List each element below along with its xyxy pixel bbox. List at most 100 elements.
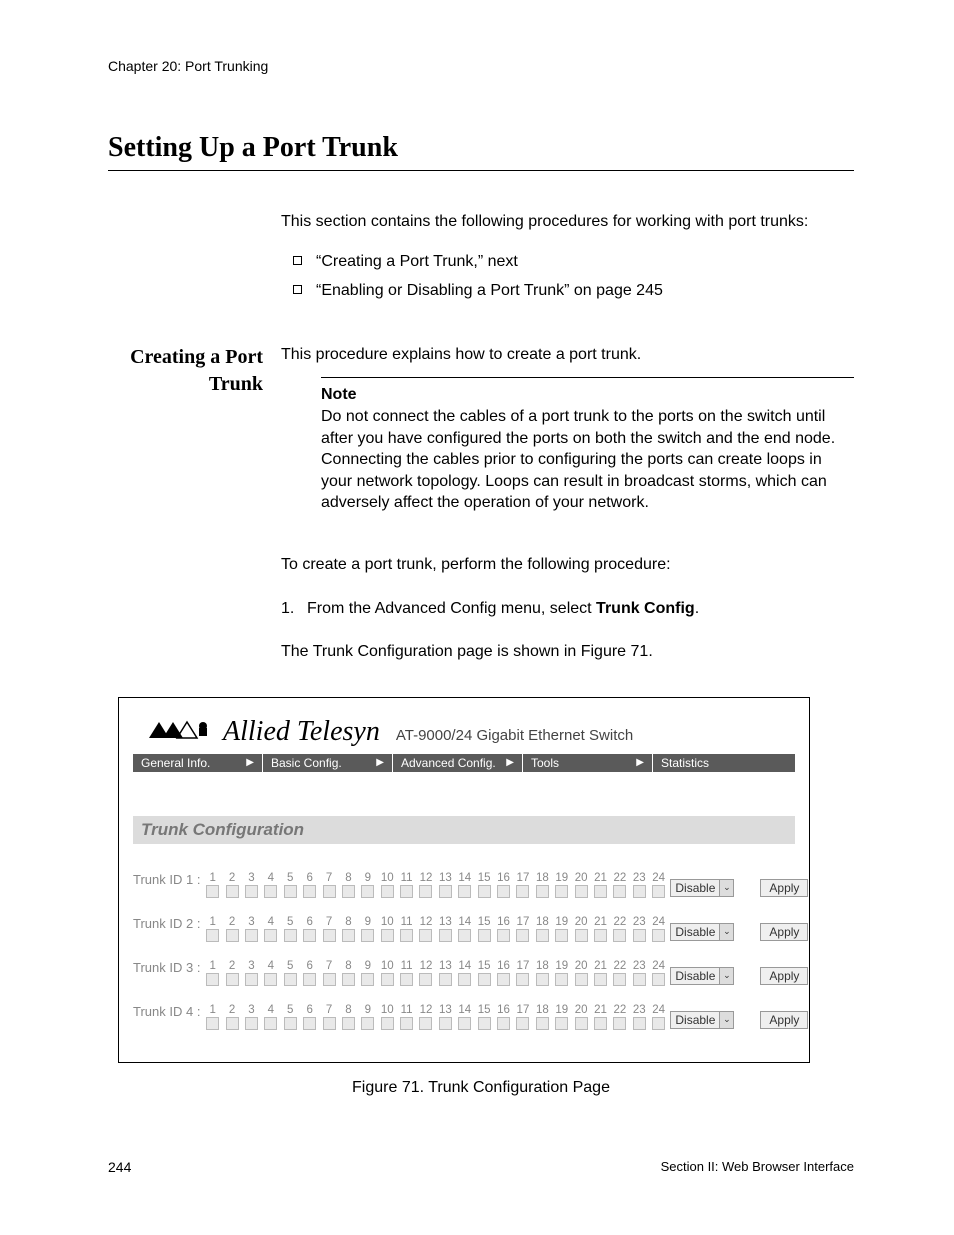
port-checkbox[interactable] [226, 1017, 239, 1030]
port-checkbox[interactable] [226, 929, 239, 942]
port-checkbox[interactable] [400, 885, 413, 898]
port-checkbox[interactable] [613, 973, 626, 986]
port-checkbox[interactable] [536, 1017, 549, 1030]
port-checkbox[interactable] [652, 1017, 665, 1030]
port-checkbox[interactable] [323, 973, 336, 986]
port-checkbox[interactable] [458, 973, 471, 986]
port-checkbox[interactable] [613, 1017, 626, 1030]
trunk-state-select[interactable]: Disable⌄ [670, 879, 734, 897]
port-checkbox[interactable] [400, 929, 413, 942]
port-checkbox[interactable] [575, 929, 588, 942]
port-checkbox[interactable] [245, 885, 258, 898]
port-checkbox[interactable] [478, 1017, 491, 1030]
port-checkbox[interactable] [555, 885, 568, 898]
port-checkbox[interactable] [613, 885, 626, 898]
port-checkbox[interactable] [342, 885, 355, 898]
port-checkbox[interactable] [226, 885, 239, 898]
port-checkbox[interactable] [303, 929, 316, 942]
port-checkbox[interactable] [206, 885, 219, 898]
port-checkbox[interactable] [478, 885, 491, 898]
port-checkbox[interactable] [516, 1017, 529, 1030]
port-checkbox[interactable] [264, 1017, 277, 1030]
port-checkbox[interactable] [400, 973, 413, 986]
port-checkbox[interactable] [361, 1017, 374, 1030]
trunk-state-select[interactable]: Disable⌄ [670, 1011, 734, 1029]
port-checkbox[interactable] [594, 973, 607, 986]
port-checkbox[interactable] [342, 1017, 355, 1030]
port-checkbox[interactable] [613, 929, 626, 942]
apply-button[interactable]: Apply [760, 879, 808, 897]
port-checkbox[interactable] [284, 929, 297, 942]
nav-tools[interactable]: Tools▶ [523, 754, 653, 772]
port-checkbox[interactable] [381, 885, 394, 898]
trunk-state-select[interactable]: Disable⌄ [670, 967, 734, 985]
port-checkbox[interactable] [652, 885, 665, 898]
port-checkbox[interactable] [419, 1017, 432, 1030]
port-checkbox[interactable] [303, 973, 316, 986]
trunk-state-select[interactable]: Disable⌄ [670, 923, 734, 941]
port-checkbox[interactable] [245, 929, 258, 942]
port-checkbox[interactable] [633, 1017, 646, 1030]
port-checkbox[interactable] [497, 973, 510, 986]
port-checkbox[interactable] [478, 929, 491, 942]
port-checkbox[interactable] [633, 973, 646, 986]
port-checkbox[interactable] [458, 885, 471, 898]
port-checkbox[interactable] [419, 929, 432, 942]
port-checkbox[interactable] [575, 1017, 588, 1030]
port-checkbox[interactable] [555, 1017, 568, 1030]
port-checkbox[interactable] [633, 929, 646, 942]
apply-button[interactable]: Apply [760, 923, 808, 941]
port-checkbox[interactable] [284, 973, 297, 986]
port-checkbox[interactable] [594, 1017, 607, 1030]
port-checkbox[interactable] [381, 1017, 394, 1030]
port-checkbox[interactable] [555, 929, 568, 942]
port-checkbox[interactable] [516, 973, 529, 986]
port-checkbox[interactable] [361, 885, 374, 898]
port-checkbox[interactable] [575, 973, 588, 986]
nav-basic-config[interactable]: Basic Config.▶ [263, 754, 393, 772]
port-checkbox[interactable] [264, 885, 277, 898]
port-checkbox[interactable] [516, 885, 529, 898]
port-checkbox[interactable] [633, 885, 646, 898]
port-checkbox[interactable] [652, 929, 665, 942]
port-checkbox[interactable] [226, 973, 239, 986]
port-checkbox[interactable] [497, 1017, 510, 1030]
nav-advanced-config[interactable]: Advanced Config.▶ [393, 754, 523, 772]
port-checkbox[interactable] [361, 973, 374, 986]
port-checkbox[interactable] [342, 929, 355, 942]
port-checkbox[interactable] [381, 929, 394, 942]
port-checkbox[interactable] [284, 1017, 297, 1030]
port-checkbox[interactable] [458, 929, 471, 942]
port-checkbox[interactable] [497, 885, 510, 898]
apply-button[interactable]: Apply [760, 967, 808, 985]
port-checkbox[interactable] [245, 1017, 258, 1030]
port-checkbox[interactable] [303, 1017, 316, 1030]
port-checkbox[interactable] [594, 885, 607, 898]
port-checkbox[interactable] [264, 929, 277, 942]
port-checkbox[interactable] [303, 885, 316, 898]
apply-button[interactable]: Apply [760, 1011, 808, 1029]
nav-general-info[interactable]: General Info.▶ [133, 754, 263, 772]
port-checkbox[interactable] [323, 885, 336, 898]
port-checkbox[interactable] [497, 929, 510, 942]
port-checkbox[interactable] [245, 973, 258, 986]
port-checkbox[interactable] [361, 929, 374, 942]
port-checkbox[interactable] [381, 973, 394, 986]
port-checkbox[interactable] [206, 1017, 219, 1030]
port-checkbox[interactable] [264, 973, 277, 986]
port-checkbox[interactable] [536, 929, 549, 942]
port-checkbox[interactable] [478, 973, 491, 986]
port-checkbox[interactable] [439, 929, 452, 942]
port-checkbox[interactable] [439, 1017, 452, 1030]
port-checkbox[interactable] [536, 885, 549, 898]
port-checkbox[interactable] [439, 973, 452, 986]
port-checkbox[interactable] [400, 1017, 413, 1030]
port-checkbox[interactable] [594, 929, 607, 942]
port-checkbox[interactable] [206, 973, 219, 986]
port-checkbox[interactable] [284, 885, 297, 898]
port-checkbox[interactable] [536, 973, 549, 986]
port-checkbox[interactable] [555, 973, 568, 986]
port-checkbox[interactable] [323, 929, 336, 942]
nav-statistics[interactable]: Statistics [653, 754, 795, 772]
port-checkbox[interactable] [419, 973, 432, 986]
